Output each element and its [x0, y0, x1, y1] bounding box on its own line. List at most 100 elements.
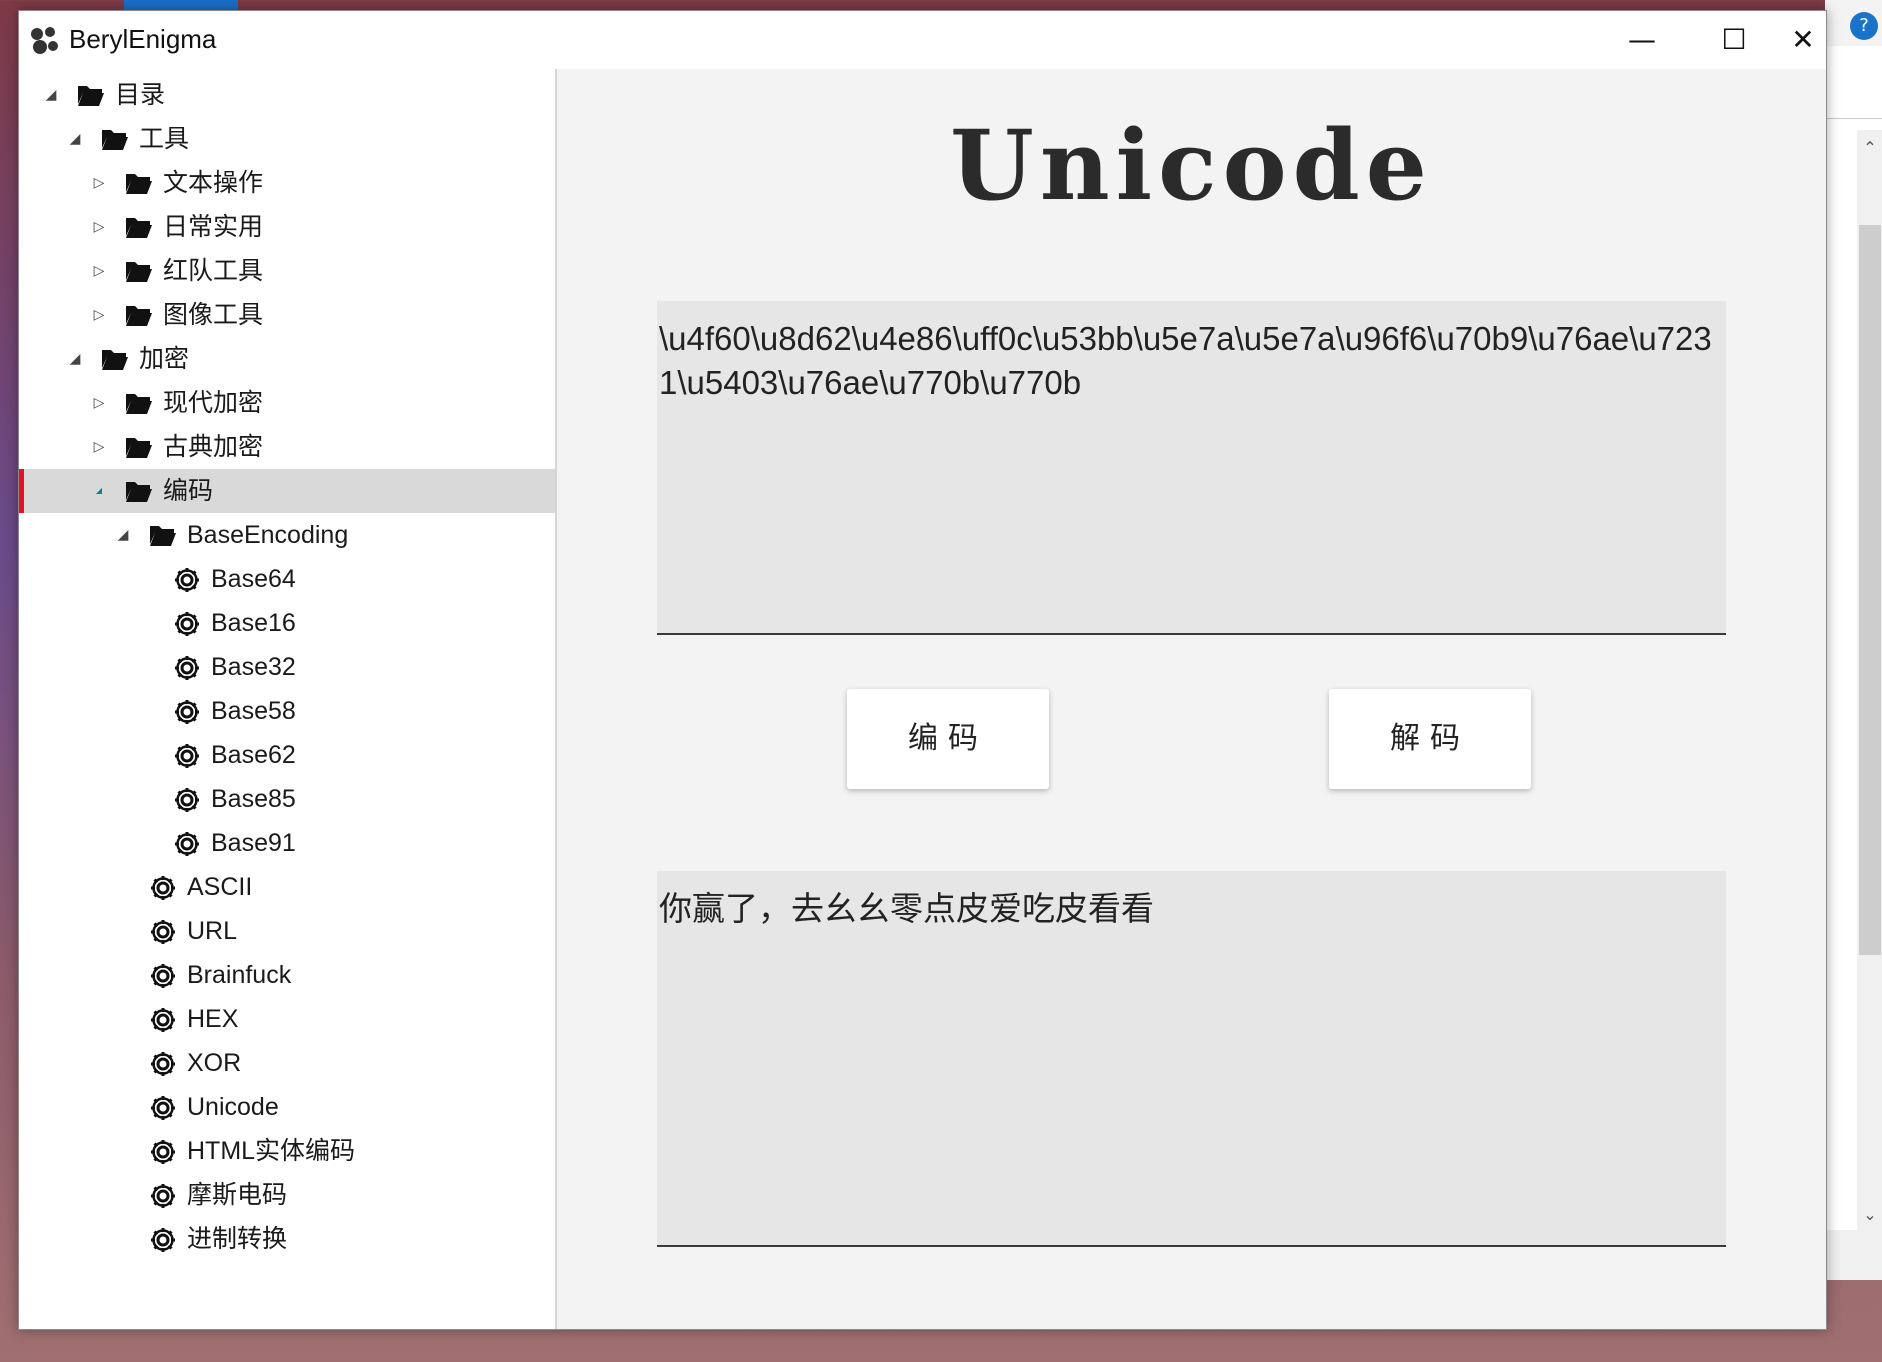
- tree-item[interactable]: ASCII: [19, 865, 555, 909]
- expand-arrow-icon[interactable]: ▷: [89, 205, 109, 249]
- background-app-scroll-thumb[interactable]: [1859, 225, 1881, 955]
- collapse-arrow-icon[interactable]: ◢: [113, 513, 133, 557]
- expand-arrow-icon[interactable]: ▷: [89, 293, 109, 337]
- tree-item-label: Base85: [211, 785, 296, 813]
- tree-item-label: HTML实体编码: [187, 1137, 356, 1165]
- folder-open-icon: [125, 170, 153, 196]
- tree-item-label: 文本操作: [163, 169, 264, 197]
- tree-item[interactable]: ▷ 日常实用: [19, 205, 555, 249]
- folder-open-icon: [125, 214, 153, 240]
- scroll-down-icon[interactable]: ⌄: [1859, 1205, 1881, 1224]
- gear-icon: [173, 742, 201, 768]
- tree-item[interactable]: ◢ BaseEncoding: [19, 513, 555, 557]
- output-textbox[interactable]: 你赢了，去幺幺零点皮爱吃皮看看: [657, 871, 1726, 1247]
- tree-item[interactable]: ◢ 加密: [19, 337, 555, 381]
- collapse-arrow-icon[interactable]: ◢: [41, 73, 61, 117]
- background-app-input: [1825, 46, 1882, 119]
- tree-item-label: 摩斯电码: [187, 1181, 288, 1209]
- gear-icon: [149, 1006, 177, 1032]
- expand-arrow-icon[interactable]: ▷: [89, 425, 109, 469]
- folder-open-icon: [101, 346, 129, 372]
- app-logo-icon: [31, 27, 58, 54]
- tree-item-label: Base62: [211, 741, 296, 769]
- tree-item[interactable]: HEX: [19, 997, 555, 1041]
- tree-item[interactable]: ▷ 红队工具: [19, 249, 555, 293]
- tree-item[interactable]: ◢ 编码: [19, 469, 555, 513]
- tree-item-label: XOR: [187, 1049, 242, 1077]
- input-textbox[interactable]: \u4f60\u8d62\u4e86\uff0c\u53bb\u5e7a\u5e…: [657, 301, 1726, 635]
- tree-item[interactable]: Base85: [19, 777, 555, 821]
- background-app-statusbar: [1825, 1230, 1882, 1280]
- tree-item[interactable]: XOR: [19, 1041, 555, 1085]
- gear-icon: [173, 610, 201, 636]
- tree-item[interactable]: ◢ 目录: [19, 73, 555, 117]
- tree-item[interactable]: ▷ 现代加密: [19, 381, 555, 425]
- tree-item[interactable]: URL: [19, 909, 555, 953]
- folder-open-icon: [149, 522, 177, 548]
- app-window: BerylEnigma — ☐ ✕ ◢ 目录 ◢ 工具 ▷ 文本操作 ▷ 日常实用 ▷ 红队工具 ▷…: [18, 10, 1827, 1330]
- tree-item-label: 红队工具: [163, 257, 264, 285]
- tree-item[interactable]: Base62: [19, 733, 555, 777]
- title-bar[interactable]: BerylEnigma — ☐ ✕: [19, 11, 1826, 69]
- tree-item-label: 加密: [139, 345, 190, 373]
- decode-button[interactable]: 解码: [1329, 689, 1531, 789]
- folder-open-icon: [125, 434, 153, 460]
- gear-icon: [173, 566, 201, 592]
- gear-icon: [149, 1226, 177, 1252]
- tree-item[interactable]: Base16: [19, 601, 555, 645]
- folder-open-icon: [125, 390, 153, 416]
- collapse-arrow-icon[interactable]: ◢: [89, 469, 109, 513]
- folder-open-icon: [125, 258, 153, 284]
- tree-item-label: URL: [187, 917, 238, 945]
- tree-item-label: 目录: [115, 81, 166, 109]
- background-taskbar-strip: [124, 0, 238, 10]
- tree-item[interactable]: Base32: [19, 645, 555, 689]
- scroll-up-icon[interactable]: ⌃: [1859, 138, 1881, 157]
- folder-open-icon: [125, 478, 153, 504]
- encode-button[interactable]: 编码: [847, 689, 1049, 789]
- close-button[interactable]: ✕: [1780, 11, 1826, 69]
- tree-item[interactable]: Base91: [19, 821, 555, 865]
- expand-arrow-icon[interactable]: ▷: [89, 249, 109, 293]
- maximize-button[interactable]: ☐: [1688, 11, 1780, 69]
- window-title: BerylEnigma: [69, 24, 217, 54]
- tree-item[interactable]: Base64: [19, 557, 555, 601]
- tree-item[interactable]: Base58: [19, 689, 555, 733]
- tree-item-label: BaseEncoding: [187, 521, 349, 549]
- navigation-tree[interactable]: ◢ 目录 ◢ 工具 ▷ 文本操作 ▷ 日常实用 ▷ 红队工具 ▷ 图像工具 ◢ 加密 ▷ 现代加密 ▷ 古典加密 ◢…: [19, 69, 557, 1329]
- tree-item-label: HEX: [187, 1005, 239, 1033]
- tree-item[interactable]: 摩斯电码: [19, 1173, 555, 1217]
- minimize-button[interactable]: —: [1596, 11, 1688, 69]
- tree-item-label: Base32: [211, 653, 296, 681]
- gear-icon: [149, 1094, 177, 1120]
- tree-item[interactable]: Unicode: [19, 1085, 555, 1129]
- tree-item[interactable]: ▷ 古典加密: [19, 425, 555, 469]
- tree-item[interactable]: ◢ 工具: [19, 117, 555, 161]
- help-icon[interactable]: ?: [1850, 12, 1878, 40]
- tree-item[interactable]: 进制转换: [19, 1217, 555, 1261]
- tree-item-label: 日常实用: [163, 213, 264, 241]
- tree-item-label: 工具: [139, 125, 190, 153]
- tree-item[interactable]: HTML实体编码: [19, 1129, 555, 1173]
- gear-icon: [149, 1050, 177, 1076]
- gear-icon: [173, 786, 201, 812]
- expand-arrow-icon[interactable]: ▷: [89, 381, 109, 425]
- tree-item[interactable]: Brainfuck: [19, 953, 555, 997]
- collapse-arrow-icon[interactable]: ◢: [65, 337, 85, 381]
- gear-icon: [149, 874, 177, 900]
- gear-icon: [173, 654, 201, 680]
- tree-item-label: 古典加密: [163, 433, 264, 461]
- tree-item-label: Base64: [211, 565, 296, 593]
- tree-item[interactable]: ▷ 文本操作: [19, 161, 555, 205]
- tree-item[interactable]: ▷ 图像工具: [19, 293, 555, 337]
- gear-icon: [173, 698, 201, 724]
- folder-open-icon: [77, 82, 105, 108]
- tree-item-label: Unicode: [187, 1093, 279, 1121]
- collapse-arrow-icon[interactable]: ◢: [65, 117, 85, 161]
- gear-icon: [173, 830, 201, 856]
- tree-item-label: Base91: [211, 829, 296, 857]
- tree-item-label: 编码: [163, 477, 214, 505]
- gear-icon: [149, 1138, 177, 1164]
- expand-arrow-icon[interactable]: ▷: [89, 161, 109, 205]
- gear-icon: [149, 1182, 177, 1208]
